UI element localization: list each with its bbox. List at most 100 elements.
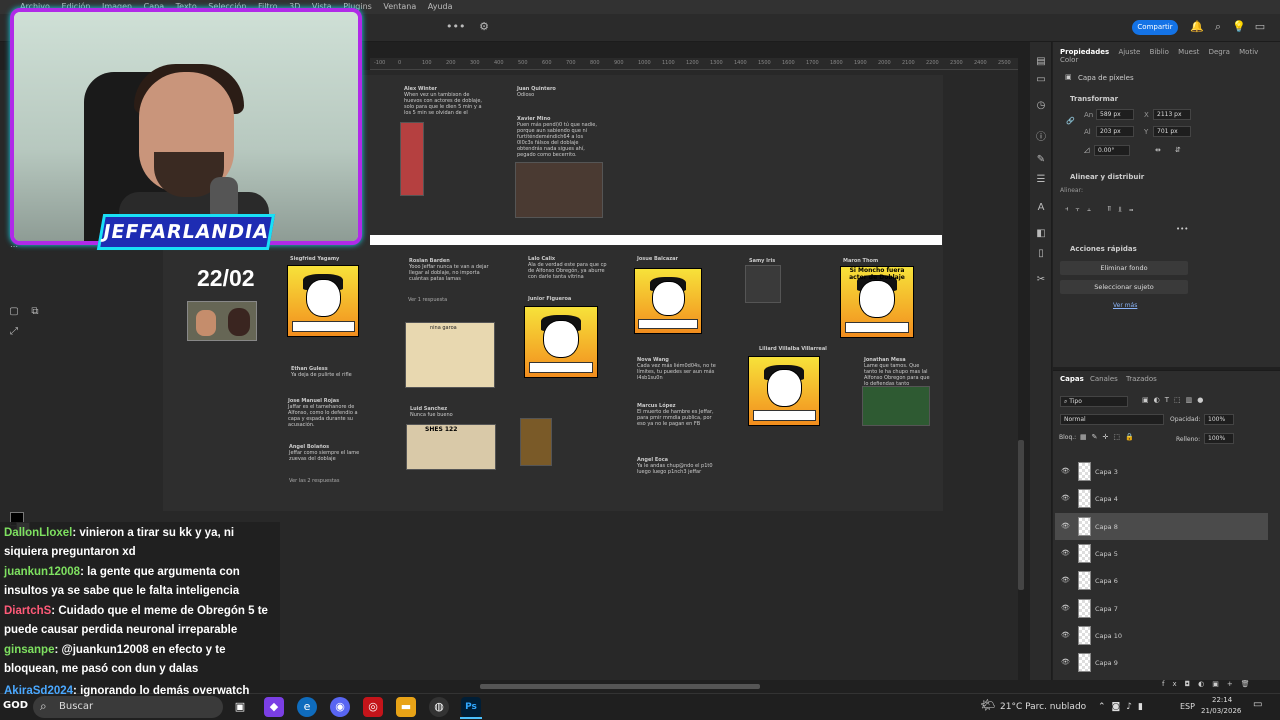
filter-kind-value: Tipo xyxy=(1069,398,1082,405)
chat-username[interactable]: DallonLloxel xyxy=(4,527,72,539)
layer-thumbnail xyxy=(1078,543,1091,563)
tab-patterns[interactable]: Motiv xyxy=(1239,48,1258,56)
blend-mode-select[interactable]: Normal xyxy=(1060,414,1164,425)
layer-row[interactable]: 👁 Capa 9 xyxy=(1055,649,1268,676)
tab-paths[interactable]: Trazados xyxy=(1126,375,1157,383)
chat-username[interactable]: AkiraSd2024 xyxy=(4,685,73,697)
width-input[interactable]: 589 px xyxy=(1096,109,1134,120)
layers-panel-icon[interactable]: ◧ xyxy=(1034,228,1048,242)
photoshop-icon[interactable]: Ps xyxy=(461,697,481,717)
layer-filter-select[interactable]: ⌕ Tipo xyxy=(1060,396,1128,407)
eye-icon[interactable]: 👁 xyxy=(1061,494,1070,502)
menu-item[interactable]: Ventana xyxy=(383,0,416,14)
quick-mask-icon[interactable]: ▢ xyxy=(7,306,21,320)
chat-username[interactable]: ginsanpe xyxy=(4,644,54,656)
replies-link[interactable]: Ver 1 respuesta xyxy=(408,297,447,303)
clock-date[interactable]: 21/03/2026 xyxy=(1201,707,1241,715)
more-align-icon[interactable]: ••• xyxy=(1176,225,1188,233)
eye-icon[interactable]: 👁 xyxy=(1061,522,1070,530)
screen-mode-icon[interactable]: ⧉ xyxy=(28,306,42,320)
vertical-scrollbar[interactable] xyxy=(1018,440,1024,590)
more-options-icon[interactable]: ••• xyxy=(446,18,465,36)
see-more-link[interactable]: Ver más xyxy=(1113,302,1137,309)
horizontal-ruler: -100 0 100 200 300 400 500 600 700 800 900 1000 1100… xyxy=(370,58,1018,70)
tray-icons[interactable]: ⌃◙♪▮ xyxy=(1098,702,1149,712)
edge-icon[interactable]: e xyxy=(297,697,317,717)
flip-horizontal-icon[interactable]: ⇹ xyxy=(1155,146,1161,154)
recorder-icon[interactable]: ◎ xyxy=(363,697,383,717)
horizontal-scrollbar[interactable] xyxy=(480,684,760,689)
brush-icon[interactable]: ✎ xyxy=(1034,154,1048,168)
comment-author: Liliard Villalba Villarreal xyxy=(759,346,827,352)
layer-row[interactable]: 👁 Capa 4 xyxy=(1055,485,1268,512)
tab-properties[interactable]: Propiedades xyxy=(1060,48,1109,56)
obs-icon[interactable]: ◍ xyxy=(429,697,449,717)
eye-icon[interactable]: 👁 xyxy=(1061,467,1070,475)
comment-text: Cada vez más liém0d04s, no te límites, t… xyxy=(637,363,716,381)
replies-link[interactable]: Ver las 2 respuestas xyxy=(289,478,339,484)
layer-row[interactable]: 👁 Capa 5 xyxy=(1055,540,1268,567)
eye-icon[interactable]: 👁 xyxy=(1061,549,1070,557)
flip-vertical-icon[interactable]: ⇵ xyxy=(1175,146,1181,154)
tab-layers[interactable]: Capas xyxy=(1060,375,1084,383)
search-icon[interactable]: ⌕ xyxy=(1210,18,1226,36)
menu-item[interactable]: Ayuda xyxy=(428,0,453,14)
eye-icon[interactable]: 👁 xyxy=(1061,604,1070,612)
tab-swatches[interactable]: Muest xyxy=(1178,48,1199,56)
paths-icon[interactable]: ▯ xyxy=(1034,248,1048,262)
gear-icon[interactable]: ⚙ xyxy=(476,18,492,36)
folder-icon[interactable]: ▬ xyxy=(396,697,416,717)
lightbulb-icon[interactable]: 💡 xyxy=(1231,18,1247,36)
select-subject-button[interactable]: Seleccionar sujeto xyxy=(1060,280,1188,294)
tab-library[interactable]: Biblio xyxy=(1150,48,1169,56)
share-button[interactable]: Compartir xyxy=(1132,20,1178,35)
tools-preset-icon[interactable]: ✂ xyxy=(1034,274,1048,288)
layer-row[interactable]: 👁 Capa 3 xyxy=(1055,458,1268,485)
history-icon[interactable]: ◷ xyxy=(1034,100,1048,114)
tab-gradients[interactable]: Degra xyxy=(1209,48,1230,56)
y-input[interactable]: 701 px xyxy=(1153,126,1191,137)
fill-input[interactable]: 100% xyxy=(1204,433,1234,444)
eye-icon[interactable]: 👁 xyxy=(1061,576,1070,584)
tab-color[interactable]: Color xyxy=(1060,56,1078,64)
start-logo[interactable]: GOD xyxy=(3,700,28,711)
align-buttons-icon[interactable]: ⫞⫟⫠ ⫪⫫⫬ xyxy=(1065,205,1140,214)
align-heading: Alinear y distribuir xyxy=(1070,173,1145,181)
layer-row[interactable]: 👁 Capa 7 xyxy=(1055,595,1268,622)
browser-icon[interactable]: ◉ xyxy=(330,697,350,717)
learn-icon[interactable]: ▤ xyxy=(1034,56,1048,70)
layer-actions-icons[interactable]: fx◘◐▣+🗑 xyxy=(1162,680,1258,688)
layer-filter-icons[interactable]: ▣◐T⬚▥● xyxy=(1142,396,1208,404)
share-layer-icon[interactable]: ⤢ xyxy=(7,326,21,340)
eye-icon[interactable]: 👁 xyxy=(1061,658,1070,666)
info-icon[interactable]: ⓘ xyxy=(1034,128,1048,143)
workspace-icon[interactable]: ▭ xyxy=(1252,18,1268,36)
weather-text[interactable]: 21°C Parc. nublado xyxy=(1000,702,1086,712)
eye-icon[interactable]: 👁 xyxy=(1061,631,1070,639)
remove-background-button[interactable]: Eliminar fondo xyxy=(1060,261,1188,275)
layer-row[interactable]: 👁 Capa 6 xyxy=(1055,567,1268,594)
tab-channels[interactable]: Canales xyxy=(1090,375,1118,383)
chat-username[interactable]: juankun12008 xyxy=(4,566,80,578)
notification-icon[interactable]: ▭ xyxy=(1253,699,1262,710)
adjustments-icon[interactable]: ☰ xyxy=(1034,174,1048,188)
character-icon[interactable]: A xyxy=(1034,202,1048,216)
search-icon: ⌕ xyxy=(40,699,47,713)
ruler-tick: 1500 xyxy=(758,60,771,66)
clock-time[interactable]: 22:14 xyxy=(1212,696,1232,704)
ruler-tick: 200 xyxy=(446,60,456,66)
layer-row[interactable]: 👁 Capa 8 xyxy=(1055,512,1268,540)
bell-icon[interactable]: 🔔 xyxy=(1189,18,1205,36)
language-indicator[interactable]: ESP xyxy=(1180,702,1195,711)
lock-icons[interactable]: ▦✎✛⬚🔒 xyxy=(1080,433,1139,441)
tab-adjust[interactable]: Ajuste xyxy=(1118,48,1140,56)
height-input[interactable]: 203 px xyxy=(1096,126,1134,137)
angle-input[interactable]: 0.00° xyxy=(1094,145,1130,156)
link-icon[interactable]: 🔗 xyxy=(1066,117,1075,125)
ruler-tick: 500 xyxy=(518,60,528,66)
opacity-input[interactable]: 100% xyxy=(1204,414,1234,425)
layer-row[interactable]: 👁 Capa 10 xyxy=(1055,622,1268,649)
comment-icon[interactable]: ▭ xyxy=(1034,74,1048,88)
chat-username[interactable]: DiartchS xyxy=(4,605,51,617)
x-input[interactable]: 2113 px xyxy=(1153,109,1191,120)
